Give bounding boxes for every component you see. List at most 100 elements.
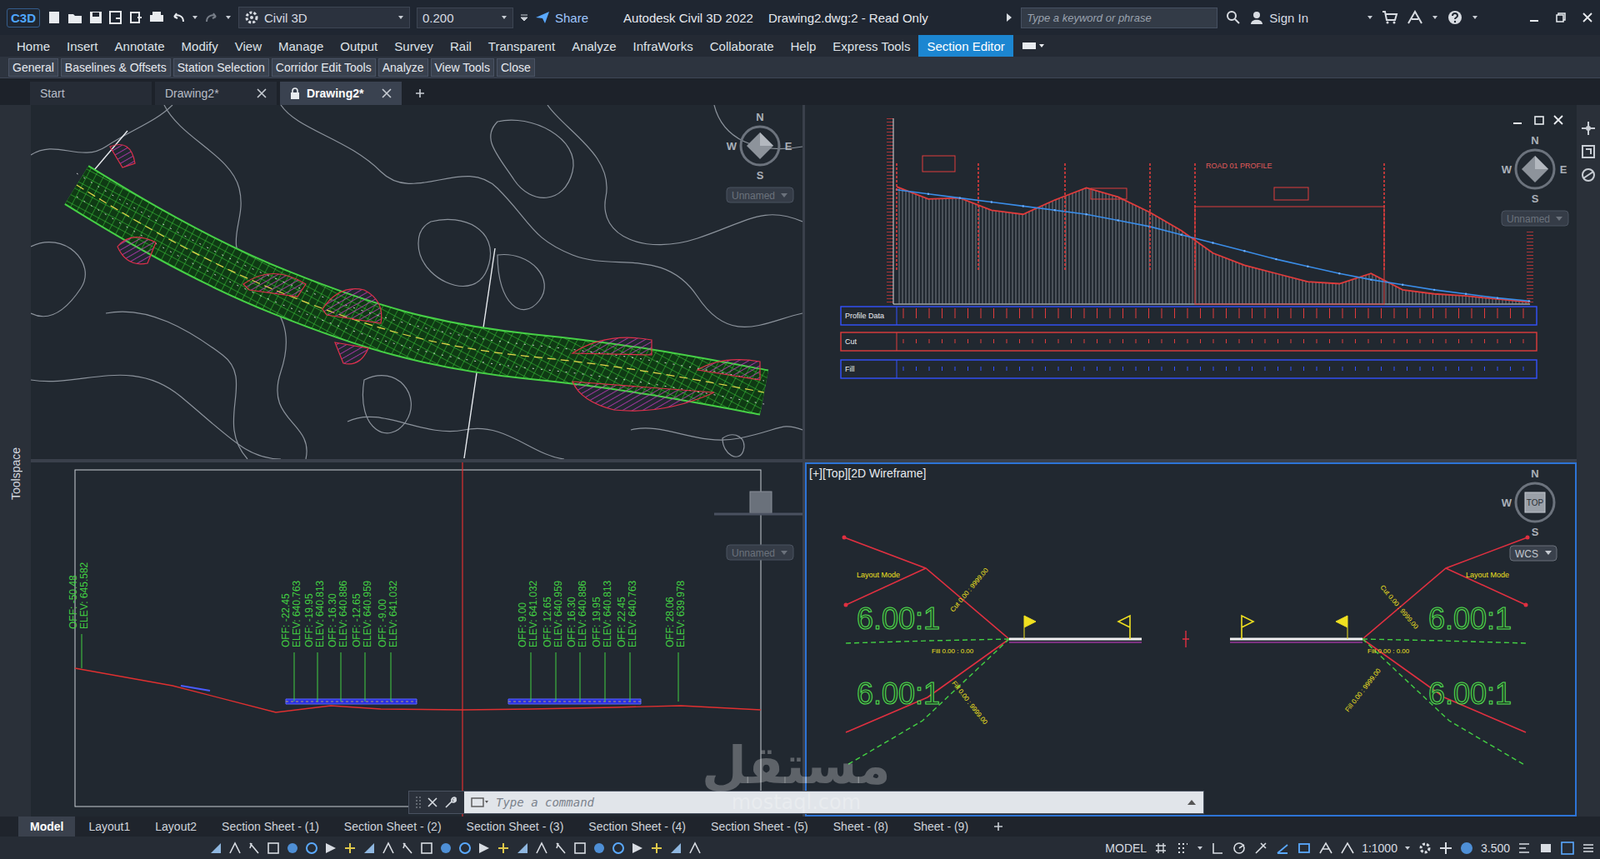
layout-tab[interactable]: Sheet - (8) [821, 816, 900, 837]
new-icon[interactable] [46, 10, 62, 25]
elevation-value[interactable]: 3.500 [1480, 841, 1510, 855]
ribbon-panel[interactable]: Corridor Edit Tools [271, 58, 376, 77]
viewport-window-controls[interactable] [1513, 115, 1563, 125]
ribbon-panel[interactable]: Station Selection [173, 58, 270, 77]
save-icon[interactable] [88, 10, 104, 25]
ribbon-toggle-icon[interactable] [1021, 40, 1045, 51]
status-tool-icon[interactable] [591, 840, 607, 856]
section-viewport[interactable]: OFF: -50.48ELEV: 645.582OFF: -22.45ELEV:… [30, 462, 803, 817]
isolate-icon[interactable] [1459, 840, 1475, 856]
status-tool-icon[interactable] [342, 840, 358, 856]
section-editor-viewport[interactable]: [+][Top][2D Wireframe]6.00:16.00:16.00:1… [805, 462, 1577, 817]
status-tool-icon[interactable] [534, 840, 550, 856]
status-tool-icon[interactable] [495, 840, 511, 856]
file-tab[interactable]: Drawing2* [155, 81, 277, 105]
ribbon-tab[interactable]: Manage [270, 35, 332, 57]
ribbon-tab[interactable]: Express Tools [824, 35, 919, 57]
status-tool-icon[interactable] [438, 840, 454, 856]
history-up-icon[interactable] [1186, 798, 1197, 807]
named-view-dropdown[interactable]: Unnamed [726, 187, 794, 203]
plus-icon[interactable] [415, 88, 425, 99]
ribbon-panel[interactable]: Analyze [378, 58, 429, 77]
profile-viewport[interactable]: ROAD 01 PROFILEProfile DataCutFillNSEWUn… [805, 105, 1577, 460]
close-icon[interactable] [1554, 115, 1563, 125]
status-tool-icon[interactable] [419, 840, 435, 856]
status-tool-icon[interactable] [457, 840, 473, 856]
selection-icon[interactable] [1296, 840, 1312, 856]
undo-icon[interactable] [170, 10, 187, 25]
ribbon-tab[interactable]: Output [331, 35, 386, 57]
layout-tab[interactable]: Layout1 [76, 816, 142, 837]
expand-arrow-icon[interactable] [1005, 12, 1013, 23]
user-icon[interactable] [1249, 10, 1265, 25]
open-icon[interactable] [66, 10, 84, 25]
share-button[interactable]: Share [535, 10, 589, 25]
ribbon-tab[interactable]: Insert [58, 35, 107, 57]
close-icon[interactable] [1581, 11, 1594, 24]
sign-in-button[interactable]: Sign In [1249, 10, 1309, 25]
status-tool-icon[interactable] [668, 840, 684, 856]
close-tab-icon[interactable] [256, 88, 267, 99]
annotation-visibility-icon[interactable] [1340, 840, 1355, 856]
status-tool-icon[interactable] [265, 840, 281, 856]
annotation-scale[interactable]: 1:1000 [1361, 841, 1398, 855]
model-space-toggle[interactable]: MODEL [1105, 841, 1147, 855]
menu-icon[interactable] [1581, 841, 1595, 855]
customize-icon[interactable] [520, 13, 529, 22]
dropdown-icon[interactable] [1366, 14, 1374, 21]
ribbon-options[interactable] [1013, 35, 1054, 57]
close-icon[interactable] [427, 797, 438, 808]
save-as-icon[interactable] [108, 10, 124, 25]
status-tool-icon[interactable] [227, 840, 243, 856]
profile-viewport-canvas[interactable]: ROAD 01 PROFILEProfile DataCutFillNSEWUn… [805, 105, 1577, 460]
status-tool-icon[interactable] [687, 840, 703, 856]
named-view-dropdown[interactable]: Unnamed [726, 545, 794, 560]
view-cube[interactable]: NSEW [726, 110, 793, 182]
angle-icon[interactable] [1275, 840, 1290, 856]
status-tool-icon[interactable] [285, 840, 300, 856]
ribbon-tab[interactable]: Home [8, 35, 59, 57]
prompt-icon[interactable] [470, 796, 490, 809]
named-view-dropdown[interactable]: Unnamed [1501, 210, 1569, 226]
ribbon-panel[interactable]: Close [496, 58, 535, 77]
restore-icon[interactable] [1555, 11, 1567, 24]
minimize-icon[interactable] [1528, 11, 1540, 24]
annotation-icon[interactable] [1318, 840, 1334, 856]
search-field[interactable] [1020, 7, 1218, 29]
gear-icon[interactable] [1417, 840, 1433, 856]
status-tool-icon[interactable] [361, 840, 377, 856]
wrench-icon[interactable] [444, 795, 458, 810]
undo-dropdown-icon[interactable] [191, 14, 199, 21]
share-icon[interactable] [535, 10, 550, 25]
close-tab-icon[interactable] [381, 88, 392, 99]
dropdown-icon[interactable] [1196, 845, 1204, 852]
ribbon-tab[interactable]: Analyze [563, 35, 625, 57]
status-tool-icon[interactable] [630, 840, 645, 856]
workspace-dropdown[interactable]: Civil 3D [238, 6, 410, 29]
plan-viewport[interactable]: NSEW Unnamed [30, 105, 803, 460]
command-field[interactable] [464, 791, 1204, 814]
layout-tab[interactable]: Section Sheet - (5) [699, 816, 820, 837]
redo-dropdown-icon[interactable] [225, 14, 232, 21]
ribbon-tab[interactable]: Help [781, 35, 825, 57]
ribbon-tab[interactable]: Annotate [106, 35, 174, 57]
ribbon-panel[interactable]: View Tools [430, 58, 495, 77]
osnap-icon[interactable] [1253, 840, 1269, 856]
grid-icon[interactable] [1153, 840, 1169, 856]
ucs-dropdown[interactable]: WCS [1510, 545, 1557, 561]
layout-tab[interactable]: Section Sheet - (1) [210, 816, 331, 837]
status-tool-icon[interactable] [553, 840, 569, 856]
clean-screen-icon[interactable] [1560, 840, 1575, 856]
new-tab-button[interactable] [405, 81, 435, 105]
status-tool-icon[interactable] [610, 840, 626, 856]
status-tool-icon[interactable] [476, 840, 492, 856]
dropdown-icon[interactable] [397, 14, 405, 21]
ribbon-panel[interactable]: Baselines & Offsets [60, 58, 171, 77]
ribbon-tab[interactable]: Section Editor [918, 35, 1013, 57]
gear-icon[interactable] [244, 10, 260, 25]
polar-icon[interactable] [1231, 840, 1247, 856]
status-tool-icon[interactable] [400, 840, 415, 856]
ribbon-tab[interactable]: Survey [385, 35, 442, 57]
ribbon-tab[interactable]: InfraWorks [625, 35, 702, 57]
help-icon[interactable] [1446, 9, 1464, 26]
